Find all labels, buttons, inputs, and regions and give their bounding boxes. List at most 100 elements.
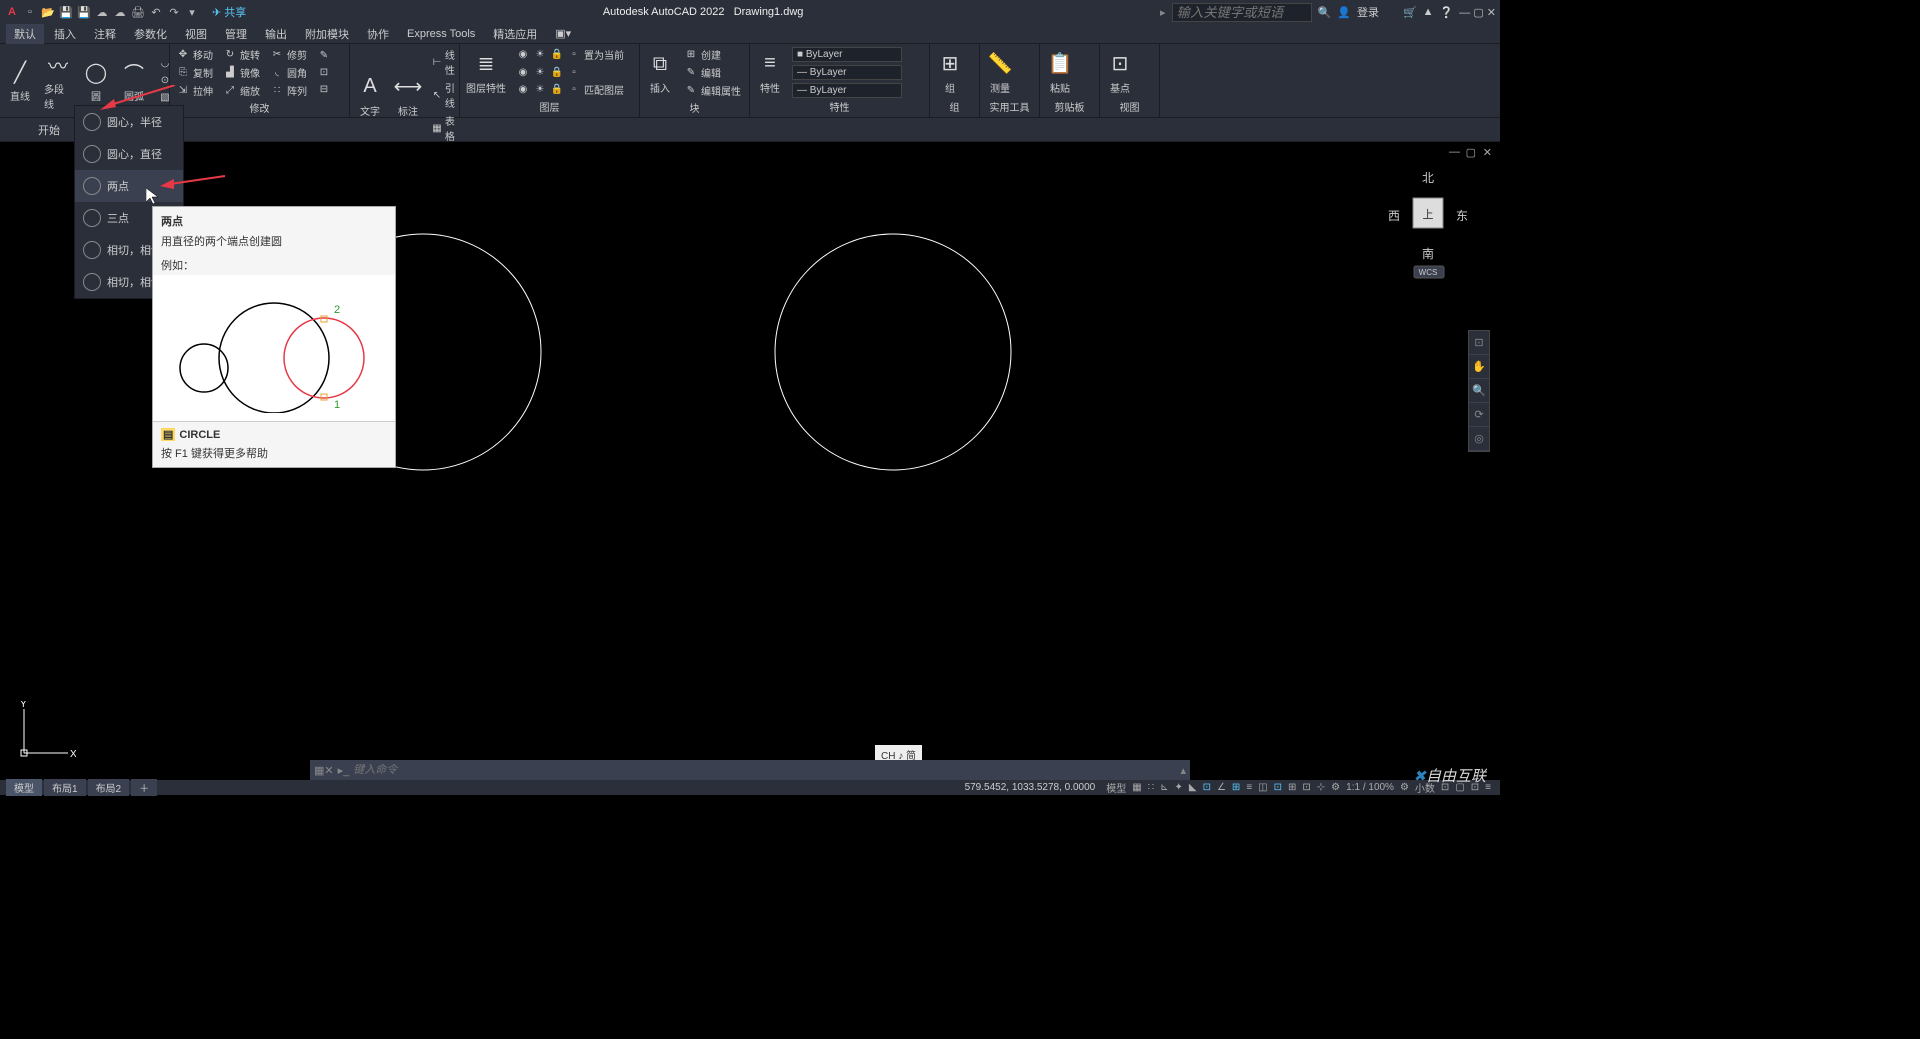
app-logo-icon[interactable]: A (4, 4, 20, 20)
nav-pan-icon[interactable]: ✋ (1469, 355, 1489, 379)
status-scale[interactable]: 1:1 / 100% (1343, 782, 1397, 793)
nav-wheel-icon[interactable]: ◎ (1469, 427, 1489, 451)
layout-add-icon[interactable]: ＋ (131, 779, 157, 796)
viewport-minimize-icon[interactable]: — (1449, 146, 1460, 158)
status-dyn-icon[interactable]: ⊞ (1285, 782, 1299, 793)
nav-zoom-icon[interactable]: 🔍 (1469, 379, 1489, 403)
view-cube[interactable]: 北 西 东 南 上 WCS (1386, 170, 1470, 270)
text-button[interactable]: A文字 (354, 71, 386, 120)
move-button[interactable]: ✥移动 (174, 46, 215, 63)
measure-button[interactable]: 📏测量 (984, 48, 1016, 97)
minimize-icon[interactable]: — (1459, 7, 1470, 19)
scale-button[interactable]: ⤢缩放 (221, 82, 262, 99)
layout-1[interactable]: 布局1 (44, 779, 86, 796)
fillet-button[interactable]: ◟圆角 (268, 64, 309, 81)
close-icon[interactable]: ✕ (1487, 7, 1496, 19)
panel-clip-label[interactable]: 剪贴板 (1044, 98, 1095, 115)
status-gizmo-icon[interactable]: ⊹ (1314, 782, 1328, 793)
status-cycle-icon[interactable]: ⊡ (1271, 782, 1285, 793)
status-ortho-icon[interactable]: ⊾ (1157, 782, 1171, 793)
color-combo[interactable]: ■ ByLayer (792, 47, 902, 62)
cmd-expand-icon[interactable]: ▴ (1180, 764, 1186, 777)
filetab-start[interactable]: 开始 (20, 119, 78, 141)
search-icon[interactable]: 🔍 (1318, 6, 1332, 19)
redo-icon[interactable]: ↷ (166, 4, 182, 20)
linetype-combo[interactable]: — ByLayer (792, 83, 902, 98)
save-icon[interactable]: 💾 (58, 4, 74, 20)
help-icon[interactable]: ❔ (1440, 6, 1454, 19)
dim-button[interactable]: ⟷标注 (392, 71, 424, 120)
lineweight-combo[interactable]: — ByLayer (792, 65, 902, 80)
block-create-button[interactable]: ⊞创建 (682, 46, 743, 63)
status-otrack-icon[interactable]: ⊞ (1229, 782, 1243, 793)
panel-props-label[interactable]: 特性 (754, 98, 925, 115)
command-line[interactable]: ▦✕ ▸_ ▴ (310, 760, 1190, 780)
panel-modify-label[interactable]: 修改 (174, 99, 345, 116)
status-annoscale-icon[interactable]: ⚙ (1328, 782, 1343, 793)
cmd-close-icon[interactable]: ▦✕ (314, 764, 334, 777)
circle-center-diameter[interactable]: 圆心，直径 (75, 138, 183, 170)
command-input[interactable] (353, 764, 1176, 776)
user-icon[interactable]: 👤 (1337, 6, 1351, 19)
panel-layer-label[interactable]: 图层 (464, 98, 635, 115)
leader-button[interactable]: ↖引线 (430, 79, 461, 111)
tab-manage[interactable]: 管理 (217, 24, 255, 44)
maximize-icon[interactable]: ▢ (1473, 7, 1483, 19)
tab-collab[interactable]: 协作 (359, 24, 397, 44)
stretch-button[interactable]: ⇲拉伸 (174, 82, 215, 99)
array-button[interactable]: ∷阵列 (268, 82, 309, 99)
tab-featured[interactable]: 精选应用 (485, 24, 545, 44)
base-button[interactable]: ⊡基点 (1104, 48, 1136, 97)
status-model[interactable]: 模型 (1103, 780, 1129, 795)
status-sel-icon[interactable]: ⊡ (1299, 782, 1313, 793)
search-input[interactable] (1172, 3, 1312, 22)
status-3dosnap-icon[interactable]: ∠ (1214, 782, 1229, 793)
paste-button[interactable]: 📋粘贴 (1044, 48, 1076, 97)
panel-view-label[interactable]: 视图 (1104, 98, 1155, 115)
block-edit-button[interactable]: ✎编辑 (682, 64, 743, 81)
viewport-close-icon[interactable]: ✕ (1483, 146, 1492, 159)
status-snap-icon[interactable]: ∷ (1145, 782, 1157, 793)
tab-addins[interactable]: 附加模块 (297, 24, 357, 44)
open-icon[interactable]: 📂 (40, 4, 56, 20)
layer-props-button[interactable]: ≣图层特性 (464, 48, 508, 97)
copy-button[interactable]: ⎘复制 (174, 64, 215, 81)
layout-2[interactable]: 布局2 (88, 779, 130, 796)
modify-misc-1[interactable]: ✎ (315, 48, 333, 64)
layer-row-2[interactable]: ◉☀🔒▫ (514, 64, 626, 80)
plot-icon[interactable]: 🖨 (130, 4, 146, 20)
qat-dropdown-icon[interactable]: ▾ (184, 4, 200, 20)
status-units-icon[interactable]: ⚙ (1397, 782, 1412, 793)
status-osnap-icon[interactable]: ⊡ (1200, 782, 1214, 793)
search-arrow-icon[interactable]: ▸ (1160, 6, 1166, 19)
status-transparency-icon[interactable]: ◫ (1255, 782, 1270, 793)
tab-default[interactable]: 默认 (6, 24, 44, 44)
block-attr-button[interactable]: ✎编辑属性 (682, 82, 743, 99)
saveas-icon[interactable]: 💾 (76, 4, 92, 20)
linear-button[interactable]: ⊢线性 (430, 46, 461, 78)
tab-insert[interactable]: 插入 (46, 24, 84, 44)
panel-group-label[interactable]: 组 (934, 98, 975, 115)
status-polar-icon[interactable]: ✦ (1171, 782, 1185, 793)
tab-expand-icon[interactable]: ▣▾ (547, 25, 579, 42)
table-button[interactable]: ▦表格 (430, 112, 461, 144)
line-button[interactable]: ╱直线 (4, 56, 36, 105)
tab-view[interactable]: 视图 (177, 24, 215, 44)
status-lineweight-icon[interactable]: ≡ (1243, 782, 1255, 793)
share-button[interactable]: ✈ 共享 (212, 4, 246, 20)
layout-model[interactable]: 模型 (6, 779, 42, 796)
panel-util-label[interactable]: 实用工具 (984, 98, 1035, 115)
trim-button[interactable]: ✂修剪 (268, 46, 309, 63)
tab-express[interactable]: Express Tools (399, 26, 483, 42)
tab-output[interactable]: 输出 (257, 24, 295, 44)
modify-misc-2[interactable]: ⊡ (315, 65, 333, 81)
save-web-icon[interactable]: ☁ (112, 4, 128, 20)
status-iso-icon[interactable]: ◣ (1186, 782, 1200, 793)
modify-misc-3[interactable]: ⊟ (315, 82, 333, 98)
new-icon[interactable]: ▫ (22, 4, 38, 20)
insert-button[interactable]: ⧉插入 (644, 48, 676, 97)
rotate-button[interactable]: ↻旋转 (221, 46, 262, 63)
autodesk-icon[interactable]: ▲ (1423, 6, 1434, 18)
login-label[interactable]: 登录 (1357, 4, 1379, 20)
polyline-button[interactable]: 〰多段线 (42, 49, 74, 113)
